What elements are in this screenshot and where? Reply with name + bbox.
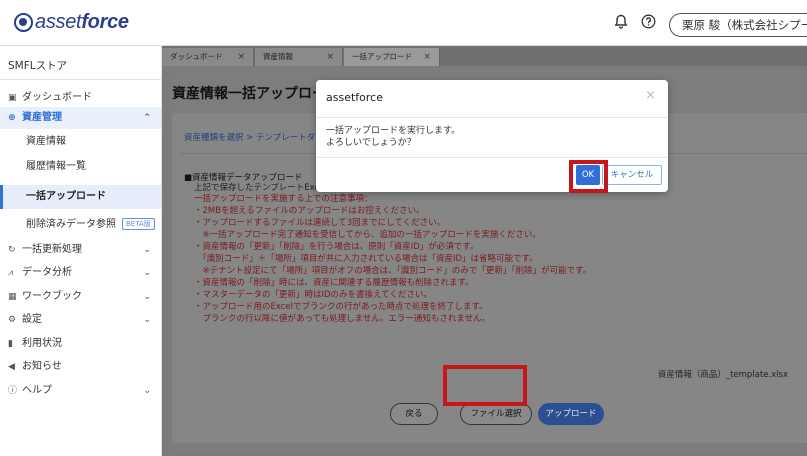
chart-icon: ▮ xyxy=(8,339,13,349)
notice-line: ブランクの行以降に値があっても処理しません。エラー通知もされません。 xyxy=(194,314,491,324)
notice-line: 「識別コード」＋「場所」項目が共に入力されている場合は「資産ID」は省略可能です… xyxy=(194,254,538,264)
sidebar-item-bulk-upload[interactable]: 一括アップロード xyxy=(0,185,161,209)
chevron-down-icon: ⌄ xyxy=(143,268,151,278)
tab-label: ダッシュボード xyxy=(170,52,223,61)
notice-line: ・資産情報の「更新」「削除」を行う場合は、原則「資産ID」が必須です。 xyxy=(194,242,479,252)
bell-icon[interactable] xyxy=(612,14,630,32)
tab-label: 一括アップロード xyxy=(352,52,412,61)
template-filename: 資産情報（商品）_template.xlsx xyxy=(657,370,788,380)
sidebar-item-label: 履歴情報一覧 xyxy=(26,161,86,172)
sidebar-item-label: 利用状況 xyxy=(22,338,62,349)
notice-line: ※一括アップロード完了通知を受信してから、追加の一括アップロードを実施ください。 xyxy=(194,230,541,240)
tab-label: 資産情報 xyxy=(263,52,293,61)
instruction-line: 上記で保存したテンプレートExcel xyxy=(194,183,327,193)
chevron-down-icon: ⌄ xyxy=(143,386,151,396)
tab-bulk-upload[interactable]: 一括アップロード × xyxy=(344,48,440,66)
notice-line: ・マスターデータの「更新」時はIDのみを書換えてください。 xyxy=(194,290,432,300)
beta-badge: BETA版 xyxy=(122,218,155,230)
sidebar-item-history-list[interactable]: 履歴情報一覧 xyxy=(0,156,161,178)
sidebar-divider xyxy=(0,79,161,80)
sidebar: SMFLストア ▣ ダッシュボード ⊕ 資産管理 ⌃ 資産情報 履歴情報一覧 一括ア… xyxy=(0,46,162,456)
workbook-icon: ▦ xyxy=(8,292,17,302)
sidebar-item-label: 一括アップロード xyxy=(26,191,106,202)
notice-line: ・2MBを超えるファイルのアップロードはお控えください。 xyxy=(194,206,425,216)
dialog-message: 一括アップロードを実行します。 よろしいでしょうか？ xyxy=(326,125,460,149)
dialog-message-line: よろしいでしょうか？ xyxy=(326,138,416,148)
dashboard-icon: ▣ xyxy=(8,93,17,103)
sidebar-item-label: ワークブック xyxy=(22,291,82,302)
sidebar-item-label: 設定 xyxy=(22,314,42,325)
help-icon: ⓘ xyxy=(8,386,18,396)
analysis-icon: ⩘ xyxy=(8,268,14,278)
sidebar-item-notices[interactable]: ◀ お知らせ xyxy=(0,356,161,378)
ok-button[interactable]: OK xyxy=(576,165,600,185)
chevron-down-icon: ⌄ xyxy=(143,245,151,255)
notice-line: ・アップロード用のExcelでブランクの行があった時点で処理を終了します。 xyxy=(194,302,488,312)
upload-button[interactable]: アップロード xyxy=(538,403,604,425)
gear-icon: ⚙ xyxy=(8,315,17,325)
cancel-button[interactable]: キャンセル xyxy=(602,165,662,185)
section-title: ■資産情報データアップロード xyxy=(184,173,303,183)
notice-line: ・アップロードするファイルは連続して3回までにしてください。 xyxy=(194,218,446,228)
sidebar-item-label: 資産情報 xyxy=(26,136,66,147)
sidebar-item-help[interactable]: ⓘ ヘルプ ⌄ xyxy=(0,380,161,402)
close-icon[interactable]: × xyxy=(326,48,334,66)
dialog-divider xyxy=(316,157,668,158)
dialog-divider xyxy=(316,117,668,118)
user-name: 栗原 駿（株式会社シプー） xyxy=(682,18,807,32)
sidebar-item-dashboard[interactable]: ▣ ダッシュボード xyxy=(0,87,161,109)
app-header: assetforce 栗原 駿（株式会社シプー） ⌄ xyxy=(0,0,807,46)
sidebar-item-label: 一括更新処理 xyxy=(22,244,82,255)
user-menu[interactable]: 栗原 駿（株式会社シプー） ⌄ xyxy=(669,13,807,37)
dialog-title: assetforce xyxy=(326,91,383,104)
close-icon[interactable]: × xyxy=(237,48,245,66)
logo-text-bold: force xyxy=(81,11,129,33)
sidebar-item-data-analysis[interactable]: ⩘ データ分析 ⌄ xyxy=(0,262,161,284)
sidebar-item-usage[interactable]: ▮ 利用状況 xyxy=(0,333,161,355)
confirm-dialog: assetforce × 一括アップロードを実行します。 よろしいでしょうか？ … xyxy=(316,80,668,192)
sidebar-item-label: お知らせ xyxy=(22,361,62,372)
notice-line: 一括アップロードを実施する上での注意事項： xyxy=(194,194,373,204)
store-name: SMFLストア xyxy=(8,60,68,72)
close-icon[interactable]: × xyxy=(423,48,431,66)
sidebar-item-asset-info[interactable]: 資産情報 xyxy=(0,131,161,153)
asset-icon: ⊕ xyxy=(8,113,16,123)
chevron-down-icon: ⌄ xyxy=(143,315,151,325)
tab-bar: ダッシュボード × 資産情報 × 一括アップロード × xyxy=(162,46,807,66)
page-title: 資産情報一括アップロード xyxy=(172,86,340,102)
sidebar-item-asset-management[interactable]: ⊕ 資産管理 ⌃ xyxy=(0,107,161,129)
megaphone-icon: ◀ xyxy=(8,362,15,372)
logo-text: asset xyxy=(35,11,82,33)
refresh-icon: ↻ xyxy=(8,245,16,255)
dialog-message-line: 一括アップロードを実行します。 xyxy=(326,126,461,136)
notice-line: ※テナント設定にて「場所」項目がオフの場合は、「識別コード」のみで「更新」「削除… xyxy=(194,266,592,276)
assetforce-logo[interactable]: assetforce xyxy=(14,11,129,34)
sidebar-item-deleted-data[interactable]: 削除済みデータ参照 BETA版 xyxy=(0,214,161,236)
help-icon[interactable] xyxy=(639,14,657,32)
notice-line: ・資産情報の「削除」時には、資産に関連する履歴情報も削除されます。 xyxy=(194,278,474,288)
sidebar-item-label: ダッシュボード xyxy=(22,92,92,103)
logo-icon xyxy=(14,13,33,32)
sidebar-item-settings[interactable]: ⚙ 設定 ⌄ xyxy=(0,309,161,331)
sidebar-item-label: 削除済みデータ参照 xyxy=(26,219,116,230)
tab-asset-info[interactable]: 資産情報 × xyxy=(255,48,343,66)
sidebar-item-workbook[interactable]: ▦ ワークブック ⌄ xyxy=(0,286,161,308)
sidebar-item-label: 資産管理 xyxy=(22,112,62,123)
chevron-up-icon: ⌃ xyxy=(143,113,151,123)
file-select-button[interactable]: ファイル選択 xyxy=(460,403,532,425)
close-icon[interactable]: × xyxy=(645,88,656,103)
sidebar-item-bulk-update[interactable]: ↻ 一括更新処理 ⌄ xyxy=(0,239,161,261)
chevron-down-icon: ⌄ xyxy=(143,292,151,302)
sidebar-item-label: ヘルプ xyxy=(22,385,52,396)
back-button[interactable]: 戻る xyxy=(390,403,438,425)
sidebar-item-label: データ分析 xyxy=(22,267,72,278)
tab-dashboard[interactable]: ダッシュボード × xyxy=(162,48,254,66)
